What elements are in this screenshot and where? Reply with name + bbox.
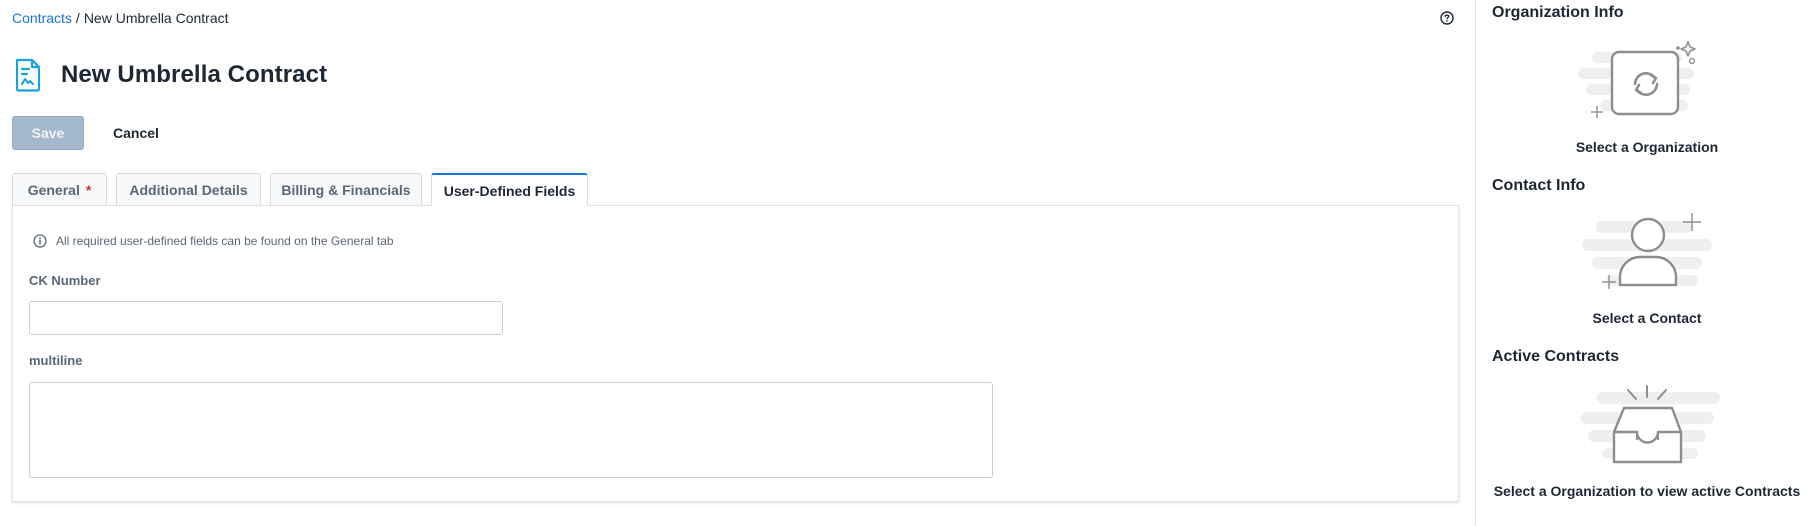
user-defined-fields-panel: All required user-defined fields can be … (12, 205, 1459, 502)
save-button[interactable]: Save (12, 116, 84, 150)
tab-billing-financials-label: Billing & Financials (281, 181, 411, 198)
breadcrumb-current: New Umbrella Contract (83, 10, 229, 26)
page-title: New Umbrella Contract (61, 61, 328, 88)
context-sidebar: Organization Info Select a Organization … (1476, 0, 1818, 526)
cancel-button[interactable]: Cancel (100, 116, 172, 150)
info-icon (33, 234, 47, 248)
page-header: New Umbrella Contract (14, 58, 327, 92)
tab-user-defined-fields-label: User-Defined Fields (443, 182, 576, 199)
help-icon[interactable] (1440, 11, 1454, 25)
organization-sync-icon (1578, 41, 1696, 118)
required-marker: * (85, 181, 92, 198)
multiline-label: multiline (29, 353, 83, 368)
organization-placeholder-caption: Select a Organization (1575, 139, 1719, 155)
ck-number-input[interactable] (29, 301, 503, 335)
organization-info-title: Organization Info (1492, 4, 1624, 21)
tab-general-label: General (27, 181, 80, 198)
tab-general[interactable]: General * (12, 173, 107, 205)
active-contracts-placeholder-caption: Select a Organization to view active Con… (1493, 483, 1801, 499)
main-content: Contracts / New Umbrella Contract New Umbr… (0, 0, 1480, 526)
contact-info-title: Contact Info (1492, 177, 1586, 194)
multiline-textarea[interactable] (29, 382, 993, 478)
tab-user-defined-fields[interactable]: User-Defined Fields (431, 173, 588, 206)
info-note: All required user-defined fields can be … (33, 234, 394, 248)
info-note-text: All required user-defined fields can be … (56, 234, 394, 248)
tab-additional-details[interactable]: Additional Details (116, 173, 261, 205)
contact-placeholder-caption: Select a Contact (1592, 310, 1702, 326)
contact-person-icon (1582, 213, 1712, 289)
contract-document-icon (15, 58, 41, 92)
tab-billing-financials[interactable]: Billing & Financials (270, 173, 422, 205)
tab-additional-details-label: Additional Details (129, 181, 248, 198)
ck-number-label: CK Number (29, 273, 101, 288)
inbox-tray-icon (1580, 385, 1720, 464)
breadcrumb-contracts-link[interactable]: Contracts (12, 10, 72, 26)
active-contracts-title: Active Contracts (1492, 348, 1620, 365)
breadcrumb-separator: / (75, 10, 80, 26)
breadcrumb: Contracts / New Umbrella Contract (12, 10, 229, 26)
